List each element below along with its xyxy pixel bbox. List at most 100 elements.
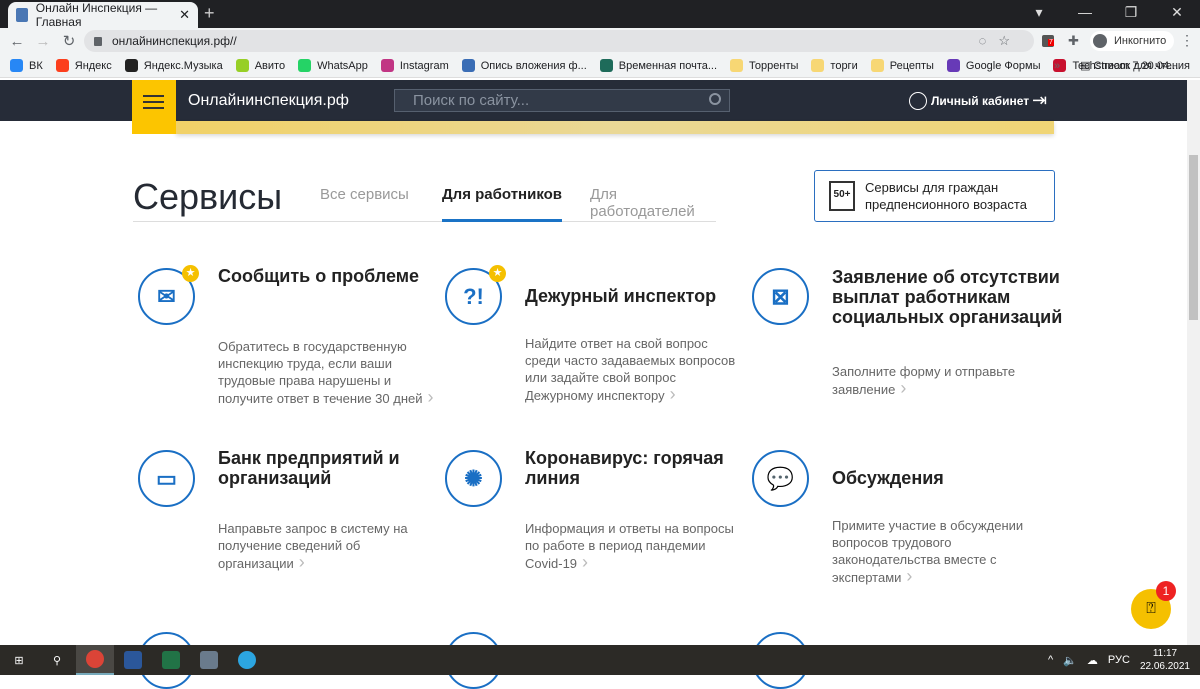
tab-title: Онлайн Инспекция — Главная xyxy=(35,1,158,29)
bookmark-favicon-icon xyxy=(870,59,884,72)
service-title[interactable]: Банк предприятий и организаций xyxy=(218,448,458,488)
bookmark-item[interactable]: Яндекс xyxy=(55,59,112,72)
bookmark-label: Google Формы xyxy=(965,59,1041,72)
extensions-puzzle-icon[interactable]: ✚ xyxy=(1068,33,1079,49)
tab-for-employers[interactable]: Для работодателей xyxy=(590,186,716,220)
service-description[interactable]: Найдите ответ на свой вопрос среди часто… xyxy=(525,335,745,404)
browser-toolbar: ← → ↻ онлайнинспекция.рф// ◌☆ 7 ✚ Инкогни… xyxy=(0,28,1200,54)
wallet-icon: ⊠ xyxy=(752,268,809,325)
maximize-button[interactable]: ❐ xyxy=(1108,4,1154,21)
bookmark-item[interactable]: WhatsApp xyxy=(298,59,368,72)
bookmark-label: Instagram xyxy=(399,59,449,72)
close-tab-icon[interactable]: ✕ xyxy=(179,7,190,23)
service-description[interactable]: Заполните форму и отправьте заявление xyxy=(832,363,1052,398)
browser-tab[interactable]: Онлайн Инспекция — Главная ✕ xyxy=(8,1,198,29)
bookmark-item[interactable]: Авито xyxy=(235,59,285,72)
scrollbar-thumb[interactable] xyxy=(1189,155,1198,320)
bookmark-favicon-icon xyxy=(124,59,138,72)
bookmark-label: Временная почта... xyxy=(618,59,718,72)
bookmark-item[interactable]: Яндекс.Музыка xyxy=(124,59,223,72)
bookmark-label: Яндекс xyxy=(74,59,112,72)
personal-cabinet-link[interactable]: Личный кабинет xyxy=(909,92,1029,110)
search-taskbar-icon[interactable]: ⚲ xyxy=(38,645,76,675)
incognito-profile-button[interactable]: Инкогнито xyxy=(1090,31,1175,51)
bookmark-favicon-icon xyxy=(946,59,960,72)
eye-off-icon[interactable]: ◌ xyxy=(979,33,999,48)
bookmark-item[interactable]: Временная почта... xyxy=(599,59,718,72)
lock-icon xyxy=(94,36,102,46)
excel-taskbar-icon[interactable] xyxy=(152,645,190,675)
reading-list-button[interactable]: » ▤ Список для чтения xyxy=(1054,59,1190,72)
logout-icon[interactable]: ⇥ xyxy=(1032,90,1047,111)
start-button[interactable]: ⊞ xyxy=(0,645,38,675)
tab-search-icon[interactable]: ▾ xyxy=(1016,4,1062,21)
folder-icon: ▭ xyxy=(138,450,195,507)
bookmark-item[interactable]: Google Формы xyxy=(946,59,1041,72)
bookmark-item[interactable]: Рецепты xyxy=(870,59,934,72)
bookmark-label: Яндекс.Музыка xyxy=(143,59,223,72)
pre-pension-services-button[interactable]: 50+ Сервисы для граждан предпенсионного в… xyxy=(814,170,1055,222)
browser-menu-icon[interactable]: ⋮ xyxy=(1180,32,1194,49)
onedrive-icon[interactable]: ☁ xyxy=(1087,654,1098,667)
service-description[interactable]: Информация и ответы на вопросы по работе… xyxy=(525,520,745,572)
bookmark-item[interactable]: Опись вложения ф... xyxy=(461,59,587,72)
bookmark-favicon-icon xyxy=(298,59,312,72)
hamburger-menu-button[interactable] xyxy=(132,80,176,134)
bookmark-favicon-icon xyxy=(55,59,69,72)
bookmark-favicon-icon xyxy=(730,59,744,72)
notification-badge: 1 xyxy=(1156,581,1176,601)
volume-icon[interactable]: 🔈 xyxy=(1063,654,1077,667)
bookmark-star-icon[interactable]: ☆ xyxy=(998,33,1022,48)
services-tabs: Все сервисы Для работников Для работодат… xyxy=(133,186,716,222)
service-title[interactable]: Обсуждения xyxy=(832,468,1072,488)
close-window-button[interactable]: ✕ xyxy=(1154,4,1200,21)
bookmark-item[interactable]: ВК xyxy=(10,59,43,72)
tab-for-employees[interactable]: Для работников xyxy=(442,186,563,222)
telegram-taskbar-icon[interactable] xyxy=(228,645,266,675)
star-badge-icon: ★ xyxy=(489,265,506,282)
site-search-input[interactable]: Поиск по сайту... xyxy=(394,89,730,112)
word-taskbar-icon[interactable] xyxy=(114,645,152,675)
service-title[interactable]: Заявление об отсутствии выплат работника… xyxy=(832,267,1072,327)
service-description[interactable]: Направьте запрос в систему на получение … xyxy=(218,520,438,572)
clock[interactable]: 11:17 22.06.2021 xyxy=(1140,647,1190,673)
bookmarks-bar: ВК Яндекс Яндекс.Музыка Авито WhatsApp Instag… xyxy=(0,54,1200,78)
minimize-button[interactable]: — xyxy=(1062,4,1108,21)
bookmark-favicon-icon xyxy=(599,59,613,72)
extension-icon[interactable]: 7 xyxy=(1042,35,1054,47)
bookmark-label: WhatsApp xyxy=(317,59,368,72)
new-tab-button[interactable]: + xyxy=(204,3,215,24)
chrome-taskbar-icon[interactable] xyxy=(76,645,114,675)
bookmark-label: торги xyxy=(830,59,858,72)
search-icon[interactable] xyxy=(709,93,721,105)
address-bar[interactable]: онлайнинспекция.рф// ◌☆ xyxy=(84,30,1034,52)
bookmark-favicon-icon xyxy=(10,59,23,72)
service-description[interactable]: Обратитесь в государственную инспекцию т… xyxy=(218,338,438,407)
page-scrollbar[interactable] xyxy=(1187,80,1200,645)
tab-all-services[interactable]: Все сервисы xyxy=(320,186,409,203)
site-favicon-icon xyxy=(16,8,28,22)
bookmark-item[interactable]: Instagram xyxy=(380,59,449,72)
tray-chevron-icon[interactable]: ^ xyxy=(1048,654,1053,666)
chat-widget-button[interactable]: ⍰ 1 xyxy=(1131,581,1176,629)
bookmark-favicon-icon xyxy=(811,59,825,72)
bookmark-favicon-icon xyxy=(235,59,249,72)
service-title[interactable]: Дежурный инспектор xyxy=(525,286,765,306)
bookmark-item[interactable]: Торренты xyxy=(730,59,798,72)
forward-button[interactable]: → xyxy=(30,33,56,50)
site-logo[interactable]: Онлайнинспекция.рф xyxy=(188,92,349,110)
user-icon xyxy=(909,92,927,110)
calculator-taskbar-icon[interactable] xyxy=(190,645,228,675)
bookmark-favicon-icon xyxy=(461,59,475,72)
document-50plus-icon: 50+ xyxy=(829,181,855,211)
reload-button[interactable]: ↻ xyxy=(56,32,82,50)
bookmark-item[interactable]: торги xyxy=(811,59,858,72)
virus-icon: ✺ xyxy=(445,450,502,507)
service-title[interactable]: Сообщить о проблеме xyxy=(218,266,458,286)
service-description[interactable]: Примите участие в обсуждении вопросов тр… xyxy=(832,517,1052,586)
back-button[interactable]: ← xyxy=(4,33,30,50)
bookmark-label: Опись вложения ф... xyxy=(480,59,587,72)
url-text: онлайнинспекция.рф// xyxy=(112,34,237,48)
service-title[interactable]: Коронавирус: горячая линия xyxy=(525,448,765,488)
language-indicator[interactable]: РУС xyxy=(1108,654,1130,666)
